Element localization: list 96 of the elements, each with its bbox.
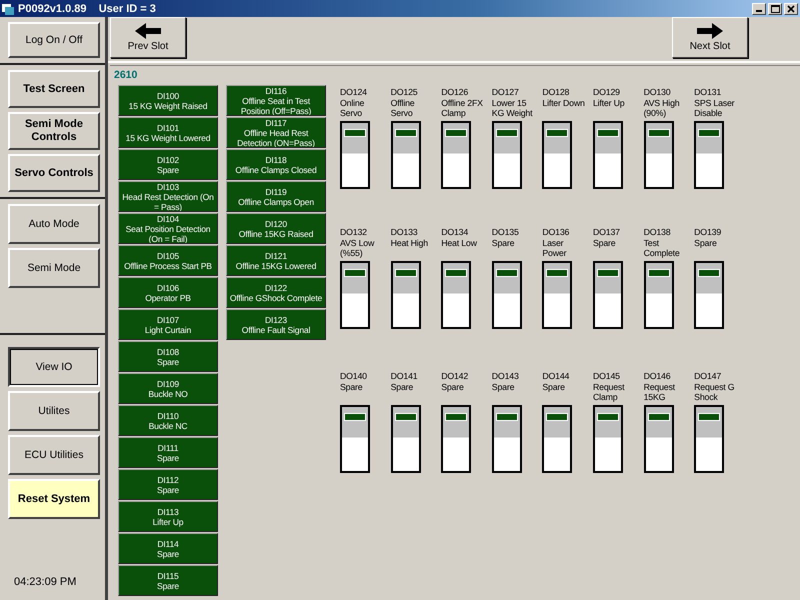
output-switch[interactable] <box>694 121 724 189</box>
output-label: DO127 Lower 15 KG Weight <box>492 86 534 120</box>
input-indicator: DI109 Buckle NO <box>118 373 218 404</box>
output-switch[interactable] <box>492 405 522 473</box>
input-indicator: DI115 Spare <box>118 565 218 596</box>
sidebar-button[interactable]: Semi Mode Controls <box>8 112 100 150</box>
output-switch[interactable] <box>644 261 674 329</box>
close-icon <box>787 4 795 12</box>
sidebar-button[interactable]: View IO <box>8 347 100 387</box>
input-indicator: DI123 Offline Fault Signal <box>226 309 326 340</box>
input-indicator: DI105 Offline Process Start PB <box>118 245 218 276</box>
output-label: DO131 SPS Laser Disable <box>694 86 736 120</box>
output-label: DO129 Lifter Up <box>592 86 626 110</box>
input-indicator: DI101 15 KG Weight Lowered <box>118 117 218 148</box>
output-label: DO140 Spare <box>340 370 368 394</box>
output-label: DO128 Lifter Down <box>542 86 586 110</box>
arrow-icon <box>135 23 161 39</box>
output-switch[interactable] <box>592 121 623 189</box>
output-switch[interactable] <box>542 261 572 329</box>
sidebar-button[interactable]: Servo Controls <box>8 154 100 192</box>
output-label: DO135 Spare <box>492 226 520 250</box>
output-switch[interactable] <box>592 405 623 473</box>
output-label: DO143 Spare <box>492 370 520 394</box>
output-label: DO130 AVS High (90%) <box>644 86 680 120</box>
input-indicator: DI117 Offline Head Rest Detection (ON=Pass) <box>226 117 326 148</box>
sidebar-button[interactable]: Reset System <box>8 479 100 519</box>
output-switch[interactable] <box>340 121 370 189</box>
input-indicator: DI106 Operator PB <box>118 277 218 308</box>
output-label: DO139 Spare <box>694 226 722 250</box>
input-indicator: DI112 Spare <box>118 469 218 500</box>
output-label: DO132 AVS Low (%55) <box>340 226 376 260</box>
input-indicator: DI119 Offline Clamps Open <box>226 181 326 212</box>
output-switch[interactable] <box>390 121 421 189</box>
input-indicator: DI113 Lifter Up <box>118 501 218 532</box>
output-label: DO136 Laser Power <box>542 226 570 260</box>
output-label: DO146 Request 15KG <box>644 370 676 404</box>
clock: 04:23:09 PM <box>13 576 78 590</box>
input-indicator: DI107 Light Curtain <box>118 309 218 340</box>
arrow-icon <box>697 23 723 39</box>
output-label: DO125 Offline Servo <box>390 86 418 120</box>
output-label: DO137 Spare <box>592 226 621 250</box>
output-label: DO144 Spare <box>542 370 570 394</box>
input-indicator: DI116 Offline Seat in Test Position (Off=Pass) <box>226 85 326 116</box>
input-indicator: DI121 Offline 15KG Lowered <box>226 245 326 276</box>
output-switch[interactable] <box>694 405 724 473</box>
prev-slot-button[interactable]: Prev Slot <box>110 17 186 58</box>
output-label: DO133 Heat High <box>390 226 429 250</box>
minimize-icon <box>756 10 762 12</box>
input-indicator: DI122 Offline GShock Complete <box>226 277 326 308</box>
output-switch[interactable] <box>390 405 421 473</box>
minimize-button[interactable] <box>752 2 766 14</box>
output-switch[interactable] <box>542 405 572 473</box>
input-indicator: DI100 15 KG Weight Raised <box>118 85 218 116</box>
sidebar-button[interactable]: Auto Mode <box>8 204 100 244</box>
sidebar-button[interactable]: Test Screen <box>8 70 100 108</box>
output-label: DO141 Spare <box>390 370 418 394</box>
input-indicator: DI118 Offline Clamps Closed <box>226 149 326 180</box>
output-label: DO145 Request Clamp <box>592 370 626 404</box>
output-label: DO147 Request G Shock <box>694 370 736 404</box>
sidebar-button[interactable]: Log On / Off <box>8 22 100 58</box>
slot-number: 2610 <box>114 69 138 81</box>
output-switch[interactable] <box>340 405 370 473</box>
input-indicator: DI120 Offline 15KG Raised <box>226 213 326 244</box>
output-switch[interactable] <box>542 121 572 189</box>
input-indicator: DI102 Spare <box>118 149 218 180</box>
output-label: DO138 Test Complete <box>644 226 681 260</box>
app-icon <box>2 2 14 14</box>
output-switch[interactable] <box>644 121 674 189</box>
output-label: DO142 Spare <box>441 370 470 394</box>
input-indicator: DI111 Spare <box>118 437 218 468</box>
maximize-icon <box>770 4 780 12</box>
sidebar-button[interactable]: Utilites <box>8 391 100 431</box>
output-switch[interactable] <box>441 261 472 329</box>
input-indicator: DI104 Seat Position Detection (On = Fail) <box>118 213 218 244</box>
output-switch[interactable] <box>340 261 370 329</box>
input-indicator: DI110 Buckle NC <box>118 405 218 436</box>
output-switch[interactable] <box>441 121 472 189</box>
output-switch[interactable] <box>390 261 421 329</box>
output-label: DO126 Offline 2FX Clamp <box>441 86 484 120</box>
output-switch[interactable] <box>592 261 623 329</box>
sidebar-button[interactable]: ECU Utilities <box>8 435 100 475</box>
maximize-button[interactable] <box>768 2 782 14</box>
output-label: DO124 Online Servo <box>340 86 368 120</box>
sidebar-button[interactable]: Semi Mode <box>8 248 100 288</box>
output-switch[interactable] <box>441 405 472 473</box>
output-switch[interactable] <box>492 261 522 329</box>
output-switch[interactable] <box>694 261 724 329</box>
next-slot-button[interactable]: Next Slot <box>672 17 748 58</box>
input-indicator: DI108 Spare <box>118 341 218 372</box>
output-switch[interactable] <box>644 405 674 473</box>
input-indicator: DI103 Head Rest Detection (On = Pass) <box>118 181 218 212</box>
output-label: DO134 Heat Low <box>441 226 478 250</box>
output-switch[interactable] <box>492 121 522 189</box>
close-button[interactable] <box>784 2 798 14</box>
window-title: P0092v1.0.89 User ID = 3 <box>18 2 156 14</box>
input-indicator: DI114 Spare <box>118 533 218 564</box>
